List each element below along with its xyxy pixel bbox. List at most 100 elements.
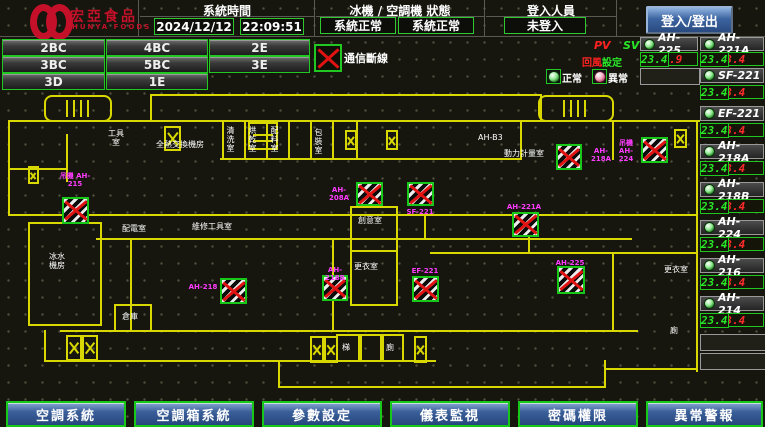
- nav-alarm-button[interactable]: 異常警報: [646, 401, 763, 427]
- sv-value: 23.4: [700, 161, 729, 176]
- system-time-label: 系統時間: [140, 2, 314, 19]
- stairwell-icon: [44, 95, 112, 122]
- wall-segment: [604, 360, 606, 388]
- unit-values: 23.423.4: [700, 123, 764, 137]
- wall-segment: [612, 252, 614, 332]
- map-unit-ah-218a-icon[interactable]: [556, 144, 582, 170]
- map-unit-label: AH-225: [555, 259, 585, 267]
- unit-values: 23.423.4: [700, 237, 764, 251]
- shaft-x-icon: [82, 335, 98, 361]
- room-label: 包裝室: [314, 128, 323, 155]
- shaft-x-icon: [310, 336, 324, 363]
- wall-segment: [424, 214, 426, 240]
- map-unit-ah-218-icon[interactable]: [220, 278, 247, 304]
- map-unit-ah-225-icon[interactable]: [557, 266, 585, 294]
- sv-value: 23.4: [700, 313, 729, 328]
- floor-button-3bc[interactable]: 3BC: [2, 56, 105, 73]
- map-unit-ah-224-icon[interactable]: [641, 137, 668, 163]
- unit-ah-218b[interactable]: AH-218B: [700, 182, 764, 197]
- nav-password-permission-button[interactable]: 密碼權限: [518, 401, 638, 427]
- wall-segment: [244, 120, 246, 160]
- unit-status-led: [704, 70, 715, 81]
- unit-name: EF-221: [718, 107, 760, 120]
- floor-button-5bc[interactable]: 5BC: [106, 56, 208, 73]
- unit-ah-224[interactable]: AH-224: [700, 220, 764, 235]
- unit-ah-225[interactable]: AH-225: [640, 37, 698, 51]
- floor-button-2e[interactable]: 2E: [209, 39, 310, 56]
- shaft-x-icon: [414, 336, 427, 363]
- unit-status-led: [704, 184, 715, 195]
- map-unit-label: 吊機 AH-224: [614, 139, 638, 163]
- room-label: 配電室: [122, 224, 146, 233]
- floor-button-3e[interactable]: 3E: [209, 56, 310, 73]
- normal-led: [546, 69, 561, 84]
- sv-value: 23.4: [700, 199, 729, 214]
- map-unit-ef-221-icon[interactable]: [412, 276, 439, 302]
- unit-status-led: [704, 260, 715, 271]
- unit-ah-216[interactable]: AH-216: [700, 258, 764, 273]
- comm-fail-label: 通信斷線: [344, 50, 388, 66]
- room-label: 冰水機房: [48, 252, 66, 270]
- unit-status-led: [644, 39, 655, 50]
- setting-label-red: 回風: [582, 58, 602, 69]
- system-time-value: 22:09:51: [240, 18, 304, 35]
- sv-value: 23.4: [700, 123, 729, 138]
- shaft-x-icon: [28, 166, 39, 184]
- map-unit-ah-215-icon[interactable]: [62, 197, 89, 224]
- map-unit-label: AH-208A: [324, 186, 354, 202]
- nav-meter-monitor-button[interactable]: 儀表監視: [390, 401, 510, 427]
- green-led-icon: [548, 71, 560, 83]
- map-unit-ah-208a-icon[interactable]: [356, 182, 383, 206]
- room-label: 配料室: [270, 126, 279, 153]
- header-separator: [616, 0, 617, 36]
- map-unit-label: 吊機 AH-215: [58, 172, 92, 188]
- sv-label: SV: [623, 39, 639, 52]
- shaft-x-icon: [345, 130, 357, 150]
- map-unit-sf-221-icon[interactable]: [407, 182, 434, 206]
- room-label: 廁: [670, 326, 678, 335]
- floor-button-3d[interactable]: 3D: [2, 73, 105, 90]
- floor-button-2bc[interactable]: 2BC: [2, 39, 105, 56]
- login-status-value: 未登入: [504, 17, 586, 34]
- abnormal-led: [592, 69, 607, 84]
- unit-ef-221[interactable]: EF-221: [700, 106, 764, 121]
- setting-label-green: 設定: [602, 58, 622, 69]
- wall-segment: [696, 120, 698, 372]
- nav-ahu-system-button[interactable]: 空調箱系統: [134, 401, 254, 427]
- normal-label: 正常: [562, 70, 582, 85]
- unit-values: 23.423.4: [700, 275, 764, 289]
- wall-segment: [612, 252, 698, 254]
- unit-ah-221a[interactable]: AH-221A: [700, 37, 764, 51]
- unit-values: 23.423.4: [700, 313, 764, 327]
- unit-ah-214[interactable]: AH-214: [700, 296, 764, 311]
- return-air-setting-label: 回風設定: [582, 54, 622, 69]
- room-label: 全熱交換機房: [156, 140, 204, 149]
- unit-status-led: [704, 39, 715, 50]
- map-unit-ah-221a-icon[interactable]: [512, 212, 539, 237]
- map-unit-label: AH-218: [188, 283, 218, 291]
- abnormal-label: 異常: [608, 70, 628, 85]
- room-label: 創意室: [358, 216, 382, 225]
- login-logout-button[interactable]: 登入/登出: [646, 6, 733, 34]
- unit-status-led: [704, 298, 715, 309]
- room-label: 更衣室: [354, 262, 378, 271]
- map-unit-label: AH-221A: [506, 203, 542, 211]
- floor-button-4bc[interactable]: 4BC: [106, 39, 208, 56]
- room-label: AH-B3: [478, 133, 503, 142]
- wall-segment: [150, 94, 542, 96]
- shaft-x-icon: [66, 335, 82, 361]
- unit-sf-221[interactable]: SF-221: [700, 68, 764, 83]
- nav-ac-system-button[interactable]: 空調系統: [6, 401, 126, 427]
- header-separator: [314, 0, 315, 36]
- unit-ah-218a[interactable]: AH-218A: [700, 144, 764, 159]
- empty-unit-slot: [700, 334, 765, 351]
- floor-button-1e[interactable]: 1E: [106, 73, 208, 90]
- sv-value: 23.4: [700, 85, 729, 100]
- shaft-x-icon: [674, 129, 687, 148]
- nav-parameter-settings-button[interactable]: 參數設定: [262, 401, 382, 427]
- map-unit-label: SF-221: [405, 208, 435, 216]
- map-unit-label: AH-218B: [318, 266, 352, 282]
- unit-status-led: [704, 222, 715, 233]
- header-separator: [484, 0, 485, 36]
- unit-values: 23.423.4: [700, 85, 764, 99]
